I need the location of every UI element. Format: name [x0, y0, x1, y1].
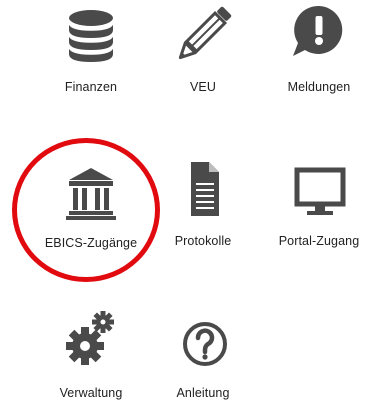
monitor-icon: [294, 167, 346, 215]
tile-label: Finanzen: [64, 80, 118, 94]
tile-label: Protokolle: [174, 234, 232, 248]
tile-portal[interactable]: Portal-Zugang: [257, 160, 374, 270]
document-icon: [191, 162, 219, 216]
tile-label: Verwaltung: [59, 386, 123, 400]
tile-anleitung[interactable]: Anleitung: [141, 304, 265, 414]
alert-bubble-icon: [293, 5, 343, 56]
tile-verwaltung[interactable]: Verwaltung: [29, 304, 153, 414]
question-circle-icon: [183, 322, 227, 366]
tile-ebics[interactable]: EBICS-Zugänge: [29, 160, 153, 270]
tile-label: Portal-Zugang: [278, 234, 360, 248]
tile-protokolle[interactable]: Protokolle: [141, 160, 265, 270]
tile-finanzen[interactable]: Finanzen: [29, 0, 153, 110]
tile-label: EBICS-Zugänge: [44, 236, 138, 250]
gears-icon: [66, 311, 114, 365]
tile-veu[interactable]: VEU: [141, 0, 265, 110]
coins-stack-icon: [68, 10, 114, 62]
tile-label: Meldungen: [287, 80, 351, 94]
bank-building-icon: [66, 168, 116, 220]
tile-label: Anleitung: [176, 386, 230, 400]
tile-meldungen[interactable]: Meldungen: [257, 0, 374, 110]
pencil-icon: [178, 6, 232, 60]
tile-label: VEU: [189, 80, 216, 94]
